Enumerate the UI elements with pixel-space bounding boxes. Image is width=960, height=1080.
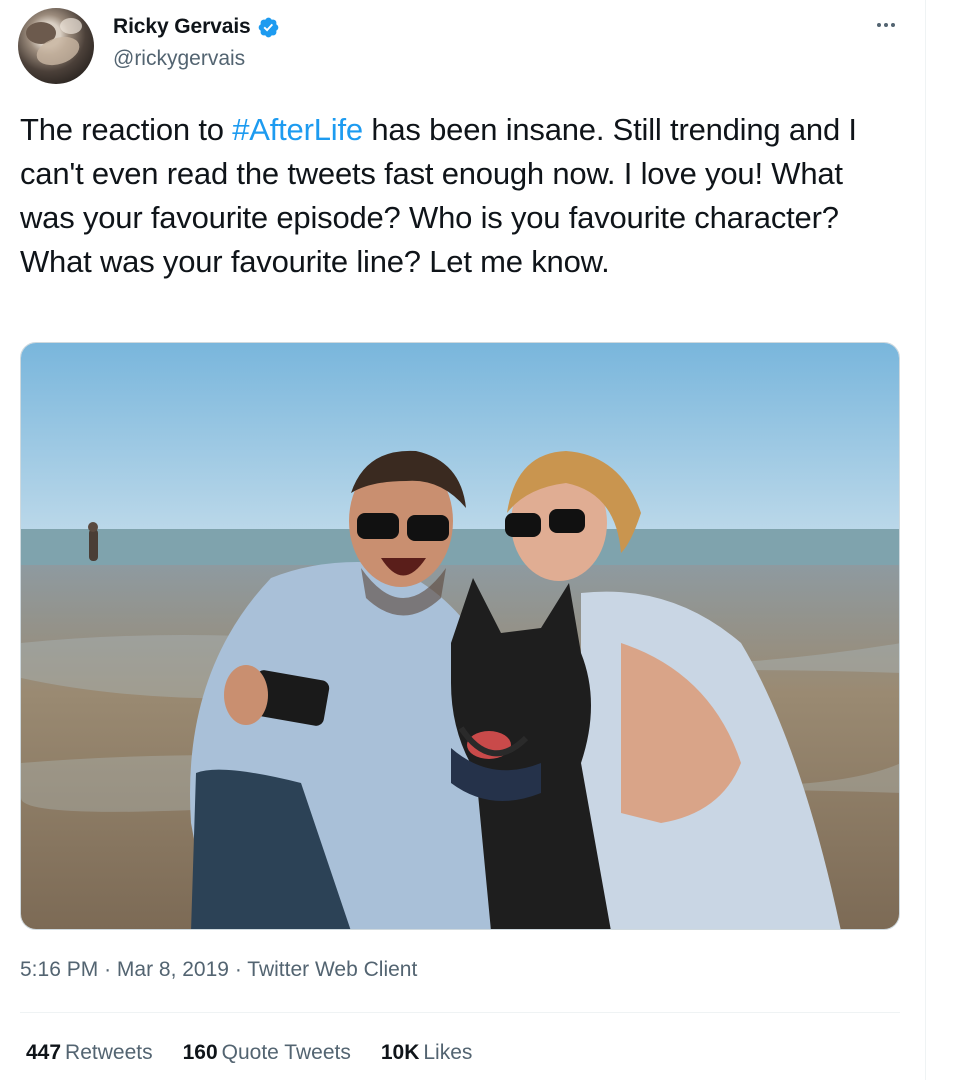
tweet-photo[interactable] xyxy=(20,342,900,930)
author-display-name[interactable]: Ricky Gervais xyxy=(113,15,251,39)
engagement-stats: 447 Retweets 160 Quote Tweets 10K Likes xyxy=(26,1041,472,1065)
more-options-icon[interactable] xyxy=(868,10,904,40)
hashtag-link[interactable]: #AfterLife xyxy=(232,112,363,147)
retweets-stat[interactable]: 447 Retweets xyxy=(26,1041,153,1065)
meta-divider xyxy=(20,1012,900,1013)
likes-stat[interactable]: 10K Likes xyxy=(381,1041,473,1065)
likes-count: 10K xyxy=(380,1041,420,1064)
beach-selfie-photo xyxy=(21,343,899,929)
verified-badge-icon xyxy=(258,17,278,37)
tweet-time[interactable]: 5:16 PM xyxy=(20,958,98,981)
tweet-date[interactable]: Mar 8, 2019 xyxy=(117,958,229,981)
tweet-meta: 5:16 PM · Mar 8, 2019 · Twitter Web Clie… xyxy=(20,958,417,982)
timeline-divider xyxy=(925,0,926,1080)
tweet-text-start: The reaction to xyxy=(20,112,233,147)
quote-tweets-count: 160 xyxy=(182,1041,218,1064)
meta-separator: · xyxy=(234,958,242,981)
retweets-count: 447 xyxy=(26,1041,62,1064)
meta-separator: · xyxy=(104,958,112,981)
likes-label: Likes xyxy=(423,1041,473,1064)
quote-tweets-label: Quote Tweets xyxy=(221,1041,351,1064)
retweets-label: Retweets xyxy=(65,1041,153,1064)
tweet-client[interactable]: Twitter Web Client xyxy=(247,958,417,981)
quote-tweets-stat[interactable]: 160 Quote Tweets xyxy=(183,1041,351,1065)
author-avatar[interactable] xyxy=(18,8,94,84)
tweet-text: The reaction to #AfterLife has been insa… xyxy=(20,108,900,284)
author-name-row[interactable]: Ricky Gervais xyxy=(113,15,280,39)
author-handle[interactable]: @rickygervais xyxy=(113,47,245,71)
